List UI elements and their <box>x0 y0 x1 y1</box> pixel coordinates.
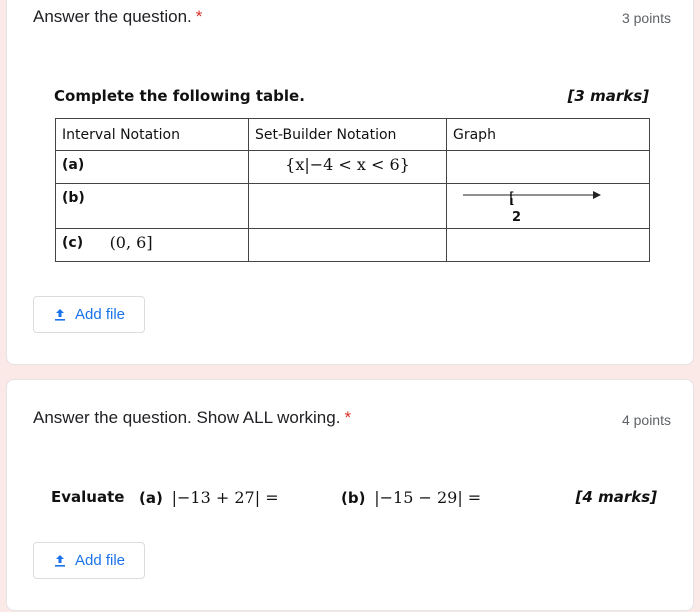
question-card-2: Answer the question. Show ALL working. * … <box>6 379 694 611</box>
part-a-expression: |−13 + 27| = <box>171 488 279 507</box>
table-header-row: Interval Notation Set-Builder Notation G… <box>55 118 650 151</box>
interval-cell: (a) <box>55 150 249 184</box>
number-line: [ <box>463 189 601 207</box>
question-title: Answer the question. Show ALL working. * <box>33 408 351 428</box>
graph-bracket: [ <box>509 189 515 207</box>
header-setbuilder: Set-Builder Notation <box>248 118 447 151</box>
upload-icon <box>54 554 65 567</box>
add-file-button[interactable]: Add file <box>33 296 145 333</box>
row-label: (a) <box>62 157 85 173</box>
part-a-label: (a) <box>139 489 163 507</box>
graph-cell <box>446 228 650 262</box>
question-title-text: Answer the question. Show ALL working. <box>33 408 341 427</box>
table-instruction: Complete the following table. <box>54 87 305 105</box>
header-graph: Graph <box>446 118 650 151</box>
question-title: Answer the question. * <box>33 7 202 27</box>
part-b-label: (b) <box>341 489 366 507</box>
number-line-graph: [ 2 <box>453 184 643 228</box>
required-asterisk: * <box>195 7 203 26</box>
row-label: (b) <box>62 190 85 206</box>
question-card-1: Answer the question. * 3 points Complete … <box>6 0 694 365</box>
table-row: (a) {x|−4 < x < 6} <box>55 150 650 184</box>
notation-table: Interval Notation Set-Builder Notation G… <box>55 118 650 262</box>
setbuilder-cell <box>248 183 447 229</box>
add-file-label: Add file <box>74 552 126 569</box>
marks-label: [3 marks] <box>567 87 649 105</box>
table-row: (b) [ 2 <box>55 183 650 229</box>
interval-expression: (0, 6] <box>109 233 153 252</box>
part-b: (b) |−15 − 29| = <box>341 488 481 507</box>
points-label: 3 points <box>621 10 671 26</box>
points-label: 4 points <box>621 412 671 428</box>
setbuilder-expression: {x|−4 < x < 6} <box>285 155 410 174</box>
question-title-text: Answer the question. <box>33 7 192 26</box>
evaluate-line: Evaluate (a) |−13 + 27| = (b) |−15 − 29|… <box>51 488 681 512</box>
setbuilder-cell: {x|−4 < x < 6} <box>248 150 447 184</box>
setbuilder-cell <box>248 228 447 262</box>
interval-cell: (c) (0, 6] <box>55 228 249 262</box>
required-asterisk: * <box>344 408 352 427</box>
table-row: (c) (0, 6] <box>55 228 650 262</box>
add-file-label: Add file <box>74 306 126 323</box>
part-a: (a) |−13 + 27| = <box>139 488 279 507</box>
part-b-expression: |−15 − 29| = <box>374 488 482 507</box>
header-interval: Interval Notation <box>55 118 249 151</box>
graph-number: 2 <box>512 210 522 225</box>
graph-cell <box>446 150 650 184</box>
add-file-button[interactable]: Add file <box>33 542 145 579</box>
interval-cell: (b) <box>55 183 249 229</box>
graph-cell: [ 2 <box>446 183 650 229</box>
evaluate-word: Evaluate <box>51 488 125 506</box>
marks-label: [4 marks] <box>575 488 657 506</box>
row-label: (c) <box>62 235 84 251</box>
upload-icon <box>54 308 65 321</box>
